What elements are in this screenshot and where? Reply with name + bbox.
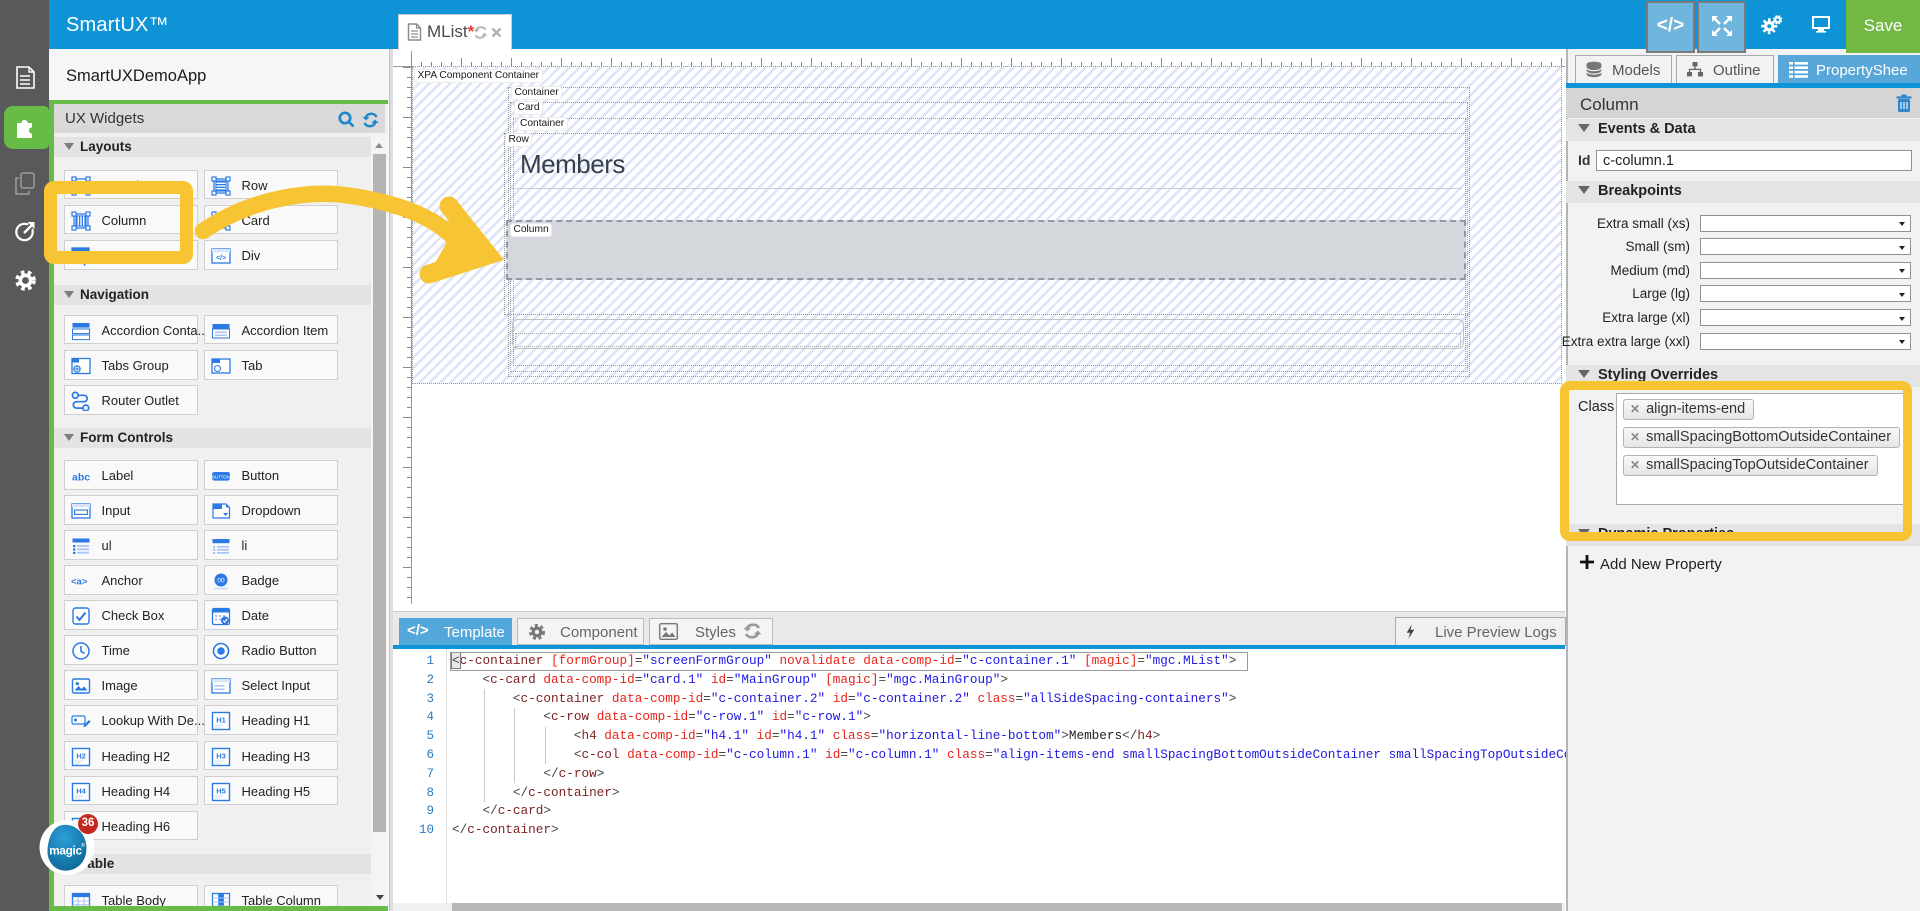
svg-text:magic: magic [49, 844, 82, 858]
svg-text:®: ® [81, 842, 85, 849]
